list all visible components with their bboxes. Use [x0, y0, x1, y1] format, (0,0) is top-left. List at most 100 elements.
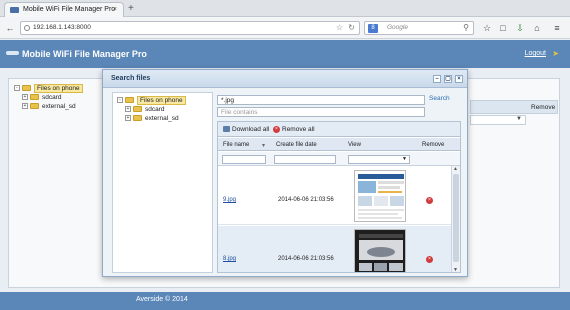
- search-bar[interactable]: 8 Google ⚲: [364, 21, 474, 35]
- remove-file-icon[interactable]: ×: [426, 197, 433, 204]
- tree-root-label: Files on phone: [34, 84, 83, 93]
- name-filter-input[interactable]: [222, 155, 266, 164]
- view-filter-select[interactable]: ▼: [348, 155, 410, 164]
- search-engine-icon[interactable]: 8: [368, 24, 378, 33]
- download-all-button[interactable]: Download all: [223, 126, 269, 133]
- tree-item-sdcard[interactable]: + sdcard: [14, 93, 83, 102]
- footer-text: Averside © 2014: [136, 296, 188, 303]
- expand-icon[interactable]: +: [22, 103, 28, 110]
- tree-item-external-sd[interactable]: + external_sd: [14, 102, 83, 111]
- table-row[interactable]: 9.jpg 2014-06-06 21:03:56 ×: [218, 167, 451, 225]
- tree-item-label: sdcard: [42, 94, 62, 101]
- folder-icon: [133, 106, 142, 113]
- download-icon: [223, 126, 230, 133]
- chevron-down-icon: ▼: [402, 156, 407, 162]
- background-filter-select[interactable]: ▼: [470, 115, 526, 125]
- col-view[interactable]: View: [348, 142, 361, 148]
- logout-icon[interactable]: ➤: [552, 49, 559, 58]
- results-scrollbar[interactable]: ▲ ▼: [451, 166, 460, 272]
- results-header: File name ▾ Create file date View Remove: [218, 138, 460, 151]
- collapse-icon[interactable]: -: [117, 97, 123, 104]
- folder-icon: [22, 85, 31, 92]
- col-remove[interactable]: Remove: [422, 142, 444, 148]
- image-thumbnail[interactable]: [354, 229, 406, 272]
- dialog-titlebar[interactable]: Search files – ▢ ×: [103, 70, 467, 88]
- minimize-icon[interactable]: –: [433, 75, 441, 83]
- results-toolbar: Download all × Remove all: [218, 122, 460, 137]
- col-create-date[interactable]: Create file date: [276, 142, 317, 148]
- download-all-label: Download all: [232, 126, 270, 133]
- search-button[interactable]: Search: [429, 95, 450, 102]
- tree-root[interactable]: - Files on phone: [14, 84, 83, 93]
- file-name-link[interactable]: 9.jpg: [223, 197, 236, 203]
- scroll-down-icon[interactable]: ▼: [453, 267, 458, 272]
- download-icon[interactable]: ⇩: [513, 21, 527, 35]
- remove-all-label: Remove all: [282, 126, 315, 134]
- col-file-name[interactable]: File name: [223, 142, 249, 148]
- file-date: 2014-06-06 21:03:56: [278, 256, 334, 262]
- favicon-icon: [10, 7, 19, 13]
- tree-item-external-sd[interactable]: + external_sd: [117, 114, 212, 123]
- scroll-up-icon[interactable]: ▲: [453, 166, 458, 172]
- date-filter-input[interactable]: [274, 155, 336, 164]
- bookmark-icon[interactable]: ☆: [480, 21, 494, 35]
- tree-root[interactable]: - Files on phone: [117, 96, 212, 105]
- table-row[interactable]: 8.jpg 2014-06-06 21:03:56 ×: [218, 226, 451, 272]
- home-icon[interactable]: ⌂: [530, 21, 544, 35]
- maximize-icon[interactable]: ▢: [444, 75, 452, 83]
- file-date: 2014-06-06 21:03:56: [278, 197, 334, 203]
- reload-icon[interactable]: ↻: [348, 23, 355, 32]
- background-remove-header: Remove: [470, 100, 558, 114]
- back-icon[interactable]: ←: [3, 21, 17, 35]
- app-title: Mobile WiFi File Manager Pro: [22, 49, 147, 59]
- background-remove-label: Remove: [531, 104, 556, 111]
- logout-link[interactable]: Logout: [525, 50, 546, 57]
- expand-icon[interactable]: +: [125, 106, 131, 113]
- folder-icon: [30, 94, 39, 101]
- results-grid: Download all × Remove all File name ▾ Cre…: [217, 121, 461, 273]
- filter-row: ▼: [218, 152, 460, 166]
- browser-tab[interactable]: Mobile WiFi File Manager Pro ×: [4, 2, 124, 17]
- folder-icon: [125, 97, 134, 104]
- search-files-dialog: Search files – ▢ × - Files on phone + sdca…: [102, 69, 468, 277]
- globe-icon: [24, 25, 30, 31]
- tree-item-sdcard[interactable]: + sdcard: [117, 105, 212, 114]
- tree-root-label: Files on phone: [137, 96, 186, 105]
- expand-icon[interactable]: +: [125, 115, 131, 122]
- chevron-down-icon: ▼: [516, 116, 522, 122]
- app-logo-icon: [6, 51, 19, 55]
- menu-icon[interactable]: ≡: [550, 21, 564, 35]
- file-contains-input[interactable]: File contains: [217, 107, 425, 117]
- url-text: 192.168.1.143:8000: [33, 24, 91, 31]
- remove-all-button[interactable]: × Remove all: [273, 126, 315, 133]
- sort-icon[interactable]: ▾: [262, 142, 265, 149]
- close-icon[interactable]: ×: [455, 75, 463, 83]
- app-header: Mobile WiFi File Manager Pro Logout ➤: [0, 40, 570, 68]
- new-tab-button[interactable]: +: [128, 3, 134, 14]
- image-thumbnail[interactable]: [354, 170, 406, 222]
- remove-icon: ×: [273, 126, 280, 133]
- collapse-icon[interactable]: -: [14, 85, 20, 92]
- search-placeholder: Google: [387, 24, 408, 31]
- filename-search-input[interactable]: *.jpg: [217, 95, 425, 105]
- clipboard-icon[interactable]: □: [496, 21, 510, 35]
- file-tree: - Files on phone + sdcard + external_sd: [14, 84, 83, 111]
- remove-file-icon[interactable]: ×: [426, 256, 433, 263]
- scrollbar-thumb[interactable]: [453, 174, 459, 262]
- browser-navbar: ← 192.168.1.143:8000 ☆ ↻ 8 Google ⚲ ☆ □ …: [0, 17, 570, 39]
- browser-tabstrip: Mobile WiFi File Manager Pro × +: [0, 0, 570, 17]
- url-bar[interactable]: 192.168.1.143:8000 ☆ ↻: [20, 21, 360, 35]
- tab-title: Mobile WiFi File Manager Pro: [23, 6, 116, 13]
- dialog-title: Search files: [111, 75, 151, 82]
- tree-item-label: sdcard: [145, 106, 165, 113]
- tab-close-icon[interactable]: ×: [113, 6, 117, 13]
- tree-item-label: external_sd: [145, 115, 179, 122]
- file-name-link[interactable]: 8.jpg: [223, 256, 236, 262]
- star-icon[interactable]: ☆: [336, 23, 343, 32]
- dialog-file-tree: - Files on phone + sdcard + external_sd: [112, 92, 213, 273]
- folder-icon: [30, 103, 39, 110]
- folder-icon: [133, 115, 142, 122]
- search-icon[interactable]: ⚲: [463, 23, 469, 32]
- app-footer: Averside © 2014: [0, 292, 570, 310]
- expand-icon[interactable]: +: [22, 94, 28, 101]
